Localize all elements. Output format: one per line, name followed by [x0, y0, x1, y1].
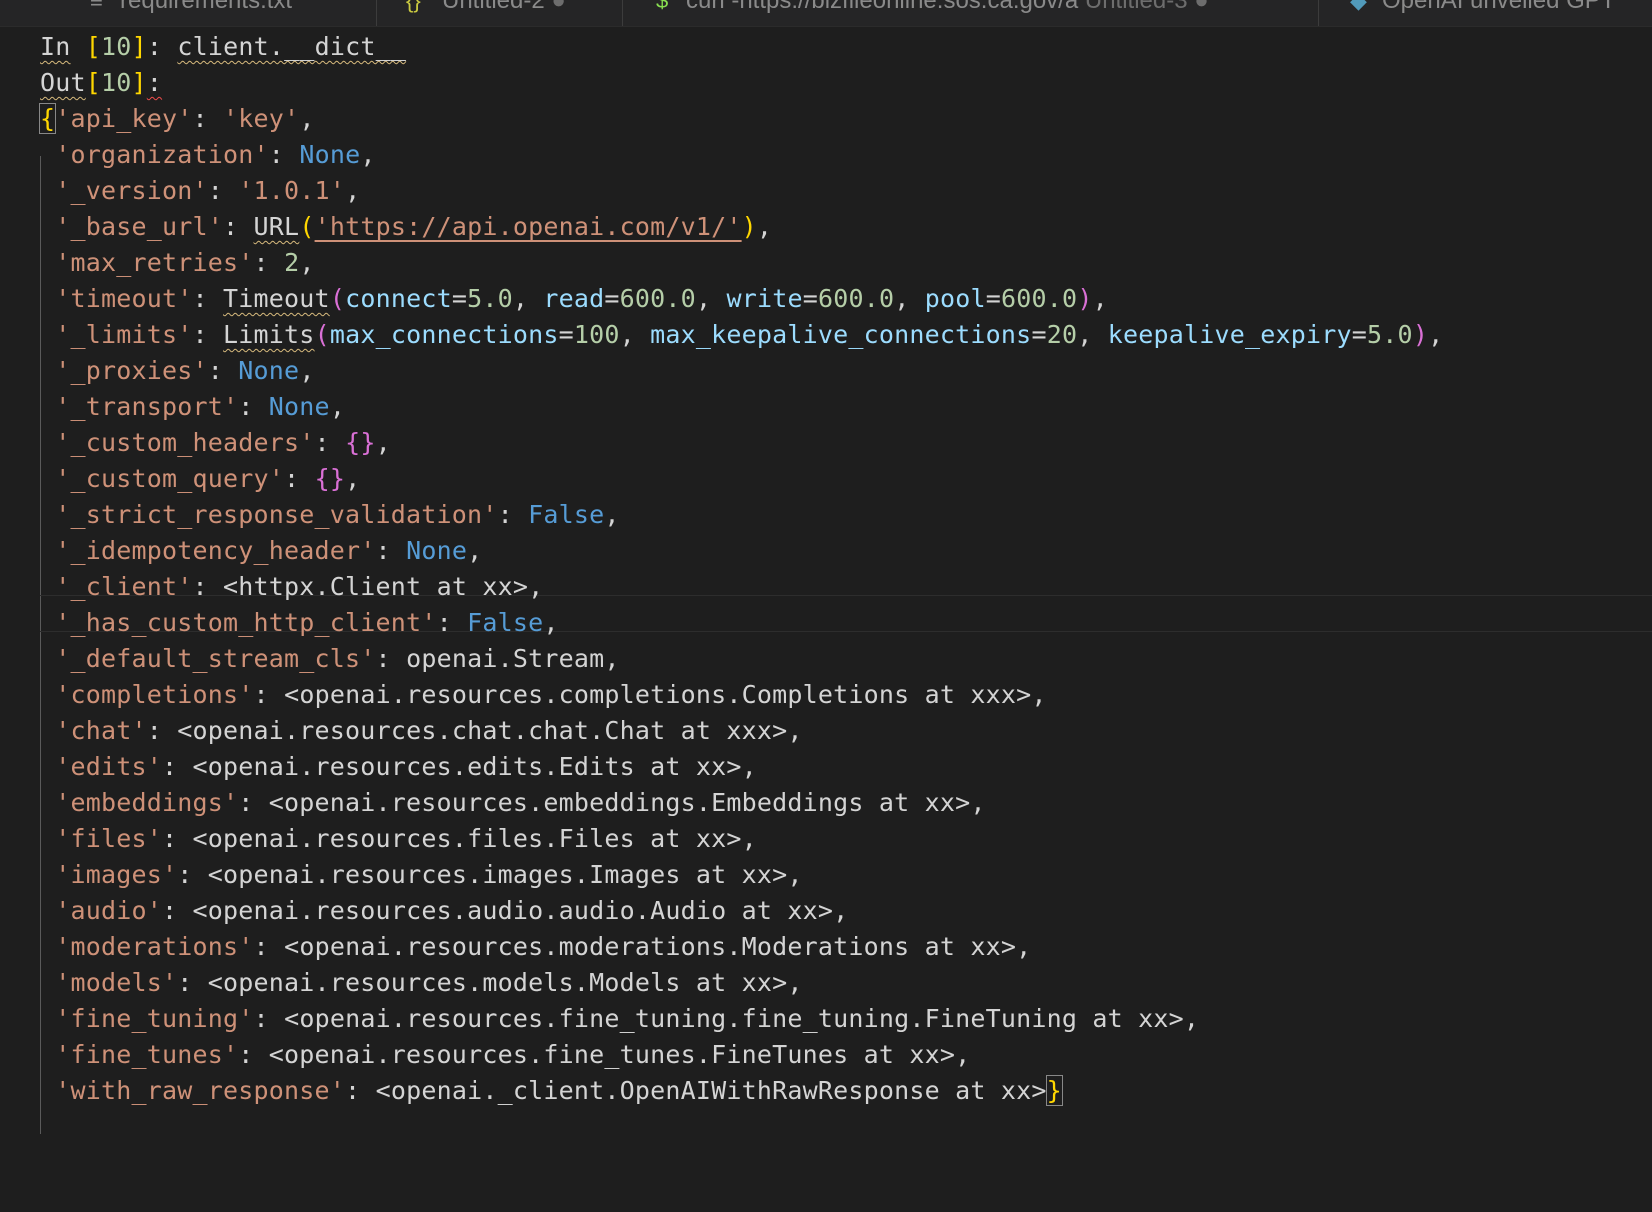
- tab-untitled-3[interactable]: $ curl -https://bizfileonline.sos.ca.gov…: [622, 0, 1319, 26]
- shell-icon: $: [656, 0, 669, 13]
- markdown-icon: ◆: [1350, 0, 1367, 13]
- dict-line-client: '_client': <httpx.Client at xx>,: [55, 572, 544, 601]
- tab-label: requirements.txt: [120, 0, 293, 14]
- dict-line-transport: '_transport': None,: [55, 392, 346, 421]
- dict-line-strict-validation: '_strict_response_validation': False,: [55, 500, 620, 529]
- tab-requirements[interactable]: ≡ requirements.txt: [56, 0, 377, 26]
- dict-line-idempotency: '_idempotency_header': None,: [55, 536, 483, 565]
- dict-line-max-retries: 'max_retries': 2,: [55, 248, 315, 277]
- dict-line-edits: 'edits': <openai.resources.edits.Edits a…: [55, 752, 757, 781]
- tab-label: OpenAI unveiled GPT: [1382, 0, 1616, 14]
- tab-bar: ≡ requirements.txt {} Untitled-2 ● $ cur…: [0, 0, 1652, 27]
- code-editor[interactable]: In [10]: client.__dict__ Out[10]: {'api_…: [0, 28, 1652, 1212]
- dict-line-version: '_version': '1.0.1',: [55, 176, 361, 205]
- dict-line-timeout: 'timeout': Timeout(connect=5.0, read=600…: [55, 284, 1108, 313]
- dict-line-completions: 'completions': <openai.resources.complet…: [55, 680, 1047, 709]
- dict-line-chat: 'chat': <openai.resources.chat.chat.Chat…: [55, 716, 803, 745]
- dict-line-audio: 'audio': <openai.resources.audio.audio.A…: [55, 896, 849, 925]
- tab-openai-gpt[interactable]: ◆ OpenAI unveiled GPT: [1318, 0, 1652, 26]
- tab-label: curl -https://bizfileonline.sos.ca.gov/a…: [686, 0, 1209, 14]
- input-prompt-line: In [10]: client.__dict__: [40, 32, 407, 61]
- tab-label: Untitled-2 ●: [442, 0, 566, 14]
- dict-line-custom-headers: '_custom_headers': {},: [55, 428, 391, 457]
- dict-line-base-url: '_base_url': URL('https://api.openai.com…: [55, 212, 773, 241]
- dict-line-proxies: '_proxies': None,: [55, 356, 315, 385]
- dict-line-fine-tuning: 'fine_tuning': <openai.resources.fine_tu…: [55, 1004, 1200, 1033]
- unsaved-dot-icon: ●: [544, 0, 566, 14]
- dict-line-custom-query: '_custom_query': {},: [55, 464, 361, 493]
- dict-line-files: 'files': <openai.resources.files.Files a…: [55, 824, 757, 853]
- dict-line-fine-tunes: 'fine_tunes': <openai.resources.fine_tun…: [55, 1040, 971, 1069]
- output-prompt-line: Out[10]:: [40, 68, 163, 97]
- tab-untitled-2[interactable]: {} Untitled-2 ●: [376, 0, 623, 26]
- dict-line-api-key: {'api_key': 'key',: [38, 103, 315, 134]
- dict-line-has-custom-client: '_has_custom_http_client': False,: [55, 608, 559, 637]
- dict-line-stream-cls: '_default_stream_cls': openai.Stream,: [55, 644, 620, 673]
- base-url-link[interactable]: 'https://api.openai.com/v1/': [315, 212, 742, 241]
- file-lines-icon: ≡: [90, 0, 103, 13]
- input-code: client.__dict__: [177, 32, 407, 61]
- dict-line-models: 'models': <openai.resources.models.Model…: [55, 968, 803, 997]
- dict-line-organization: 'organization': None,: [55, 140, 376, 169]
- dict-line-limits: '_limits': Limits(max_connections=100, m…: [55, 320, 1444, 349]
- dict-line-with-raw-response: 'with_raw_response': <openai._client.Ope…: [55, 1075, 1063, 1106]
- json-braces-icon: {}: [406, 0, 421, 13]
- dict-line-moderations: 'moderations': <openai.resources.moderat…: [55, 932, 1032, 961]
- dict-line-embeddings: 'embeddings': <openai.resources.embeddin…: [55, 788, 986, 817]
- dict-line-images: 'images': <openai.resources.images.Image…: [55, 860, 803, 889]
